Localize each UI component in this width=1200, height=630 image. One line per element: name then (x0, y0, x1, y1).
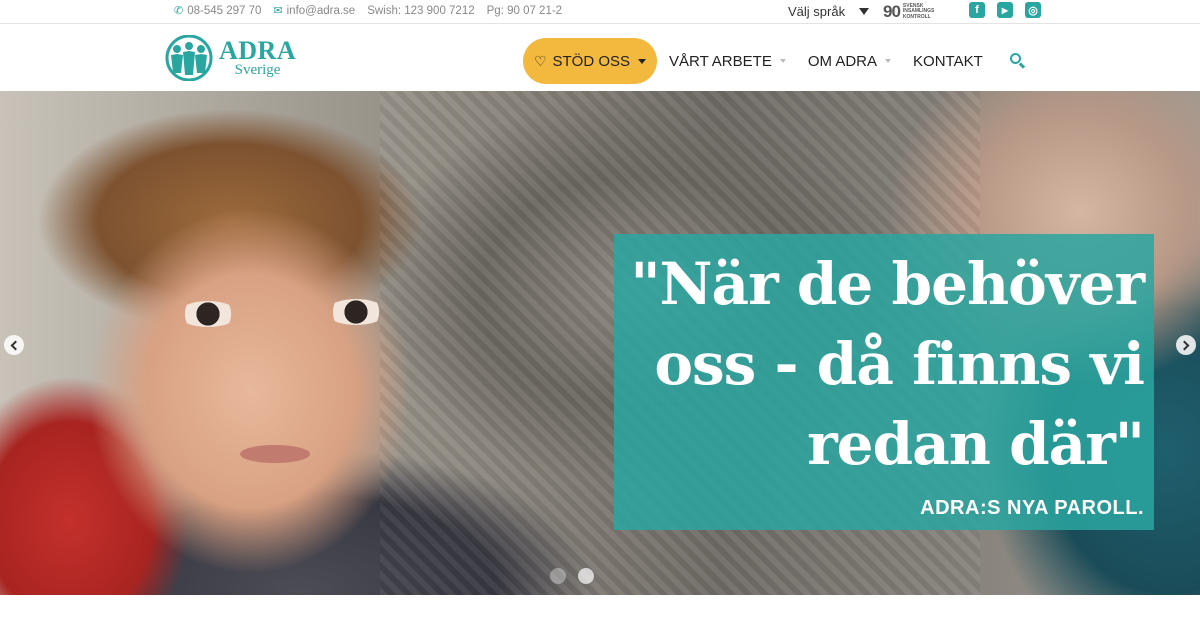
main-header: ADRA Sverige ♡ STÖD OSS VÅRT ARBETE OM A… (0, 25, 1200, 91)
badge-number: 90 (883, 2, 901, 21)
chevron-left-icon (10, 340, 21, 350)
nav-item-label: OM ADRA (807, 52, 878, 70)
logo-title: ADRA (219, 36, 297, 65)
page-below-fold (0, 595, 1200, 630)
social-links: f ▶ ◎ (969, 2, 1041, 18)
adra-people-logo-icon (165, 35, 213, 81)
instagram-icon[interactable]: ◎ (1025, 2, 1041, 18)
nav-item-about-adra[interactable]: OM ADRA (807, 52, 892, 70)
hero-photo-detail (326, 299, 386, 325)
hero-caption: ADRA:S NYA PAROLL. (920, 497, 1144, 519)
support-us-button[interactable]: ♡ STÖD OSS (523, 38, 657, 84)
hero-photo-detail (178, 301, 238, 327)
top-bar: ✆ 08-545 297 70 ✉ info@adra.se Swish: 12… (0, 0, 1200, 24)
email-address: info@adra.se (286, 4, 356, 17)
slider-next-button[interactable] (1176, 335, 1196, 355)
phone-link[interactable]: ✆ 08-545 297 70 (174, 4, 262, 18)
nav-item-label: VÅRT ARBETE (669, 52, 772, 70)
email-link[interactable]: ✉ info@adra.se (273, 4, 356, 18)
logo-subtitle: Sverige (234, 62, 281, 78)
swish-number: Swish: 123 900 7212 (367, 4, 475, 17)
hero-photo-detail (240, 445, 310, 463)
search-icon[interactable] (1009, 52, 1027, 70)
plusgiro-number: Pg: 90 07 21-2 (486, 4, 563, 17)
nav-item-our-work[interactable]: VÅRT ARBETE (669, 53, 786, 70)
badge-line: KONTROLL (902, 13, 931, 20)
adra-logo[interactable]: ADRA Sverige (163, 35, 296, 81)
chevron-right-icon (1179, 340, 1190, 350)
youtube-icon[interactable]: ▶ (997, 2, 1013, 18)
phone-number: 08-545 297 70 (187, 4, 262, 17)
phone-icon: ✆ (174, 5, 184, 17)
chevron-down-icon (779, 59, 786, 63)
language-selector[interactable]: Välj språk (788, 4, 870, 19)
search-icon-handle (1018, 62, 1025, 69)
hero-quote: "När de behöver oss - då finns vi redan … (630, 250, 1145, 478)
support-us-label: STÖD OSS (552, 52, 631, 70)
svensk-insamlingskontroll-badge[interactable]: 90 SVENSK INSAMLINGS KONTROLL (883, 2, 934, 22)
language-label: Välj språk (788, 4, 846, 19)
slider-prev-button[interactable] (4, 335, 24, 355)
hero-slider: "När de behöver oss - då finns vi redan … (0, 91, 1200, 595)
chevron-down-icon (885, 59, 892, 63)
slider-pagination (550, 568, 594, 584)
chevron-down-icon (638, 58, 647, 64)
logo-wordmark: ADRA Sverige (219, 38, 296, 78)
nav-item-label: KONTAKT (913, 52, 983, 70)
chevron-down-icon (859, 8, 870, 15)
nav-item-contact[interactable]: KONTAKT (913, 53, 983, 70)
heart-icon: ♡ (533, 52, 547, 69)
badge-text: SVENSK INSAMLINGS KONTROLL (902, 3, 934, 21)
facebook-icon[interactable]: f (969, 2, 985, 18)
contact-info: ✆ 08-545 297 70 ✉ info@adra.se Swish: 12… (174, 4, 563, 18)
hero-quote-box: "När de behöver oss - då finns vi redan … (614, 234, 1154, 530)
slider-dot[interactable] (550, 568, 566, 584)
main-nav: ♡ STÖD OSS VÅRT ARBETE OM ADRA KONTAKT (523, 38, 1027, 84)
slider-dot-active[interactable] (578, 568, 594, 584)
envelope-icon: ✉ (273, 5, 283, 17)
